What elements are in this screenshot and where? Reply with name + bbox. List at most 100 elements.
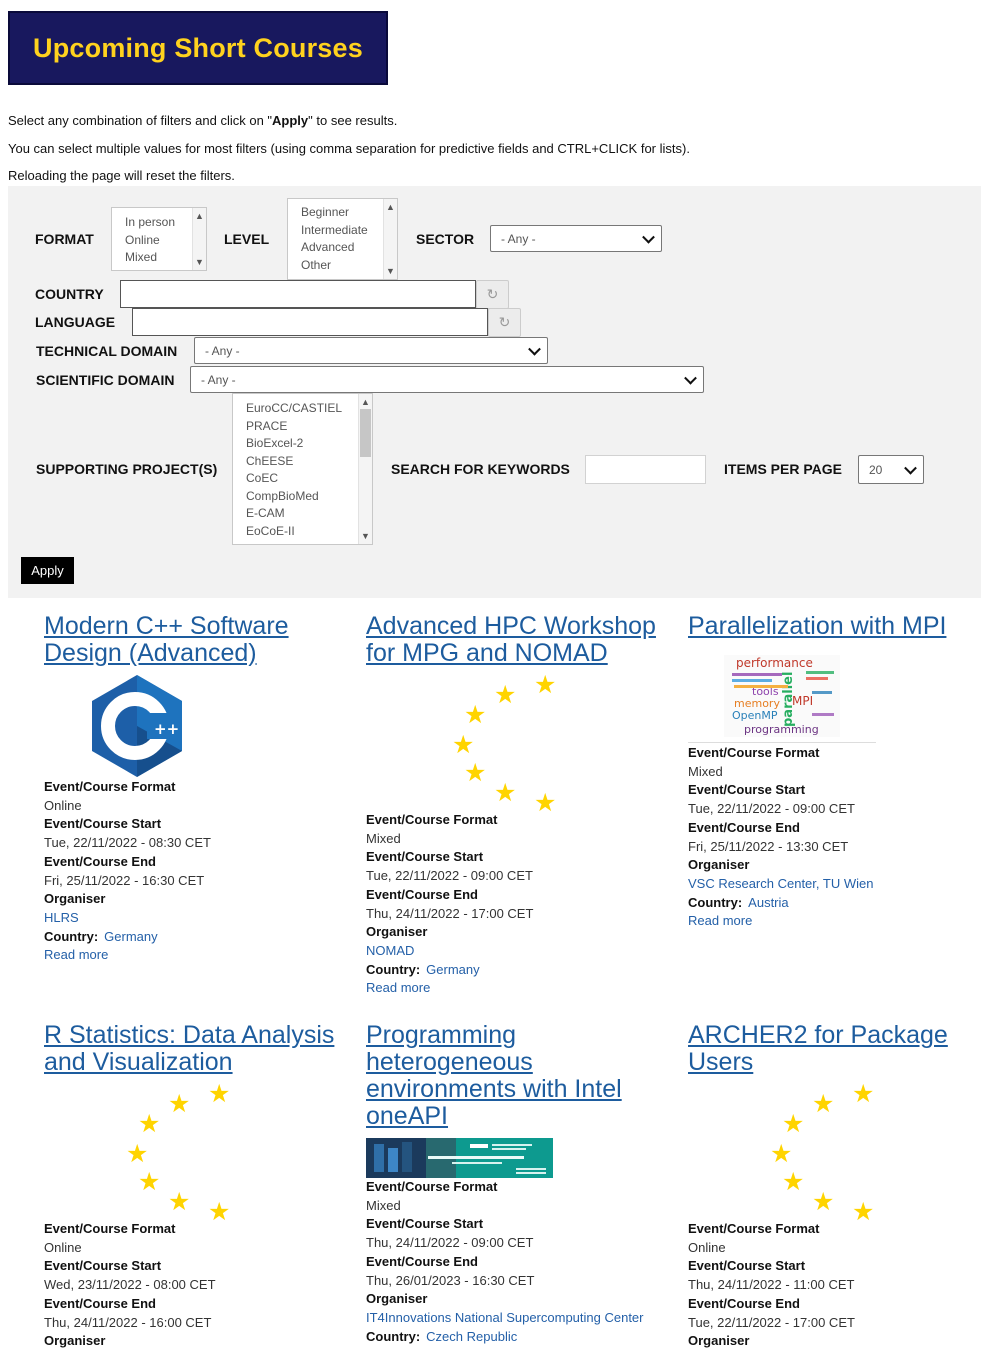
star-icon: ★ — [812, 1188, 835, 1216]
read-more-link[interactable]: Read more — [44, 947, 108, 962]
end-value: Fri, 25/11/2022 - 16:30 CET — [44, 872, 205, 888]
filters-panel: FORMAT In person Online Mixed ▲ ▼ LEVEL B… — [8, 186, 981, 598]
course-title-link[interactable]: Parallelization with MPI — [688, 613, 978, 640]
intro-text: Select any combination of filters and cl… — [8, 113, 273, 128]
start-value: Wed, 23/11/2022 - 08:00 CET — [44, 1277, 216, 1293]
technical-domain-select[interactable]: - Any - — [194, 337, 548, 364]
start-value: Tue, 22/11/2022 - 09:00 CET — [688, 801, 855, 817]
level-label: LEVEL — [224, 231, 270, 247]
intro-line-3: Reloading the page will reset the filter… — [8, 168, 235, 183]
intel-banner-image — [366, 1138, 553, 1178]
scientific-domain-select[interactable]: - Any - — [190, 366, 704, 393]
end-value: Thu, 24/11/2022 - 17:00 CET — [366, 905, 534, 921]
star-icon: ★ — [168, 1188, 191, 1216]
format-value: Mixed — [366, 830, 401, 846]
organiser-link[interactable]: IT4Innovations National Supercomputing C… — [366, 1310, 644, 1325]
intro-text: " to see results. — [308, 113, 398, 128]
country-heading: Country: — [366, 1328, 421, 1344]
star-icon: ★ — [452, 731, 475, 759]
level-option[interactable]: Beginner — [288, 199, 397, 222]
keywords-label: SEARCH FOR KEYWORDS — [391, 461, 570, 477]
page-title: Upcoming Short Courses — [33, 32, 363, 63]
scientific-domain-value: - Any - — [201, 372, 236, 387]
format-value: Online — [688, 1239, 726, 1255]
star-icon: ★ — [464, 759, 487, 787]
format-scrollbar[interactable]: ▲ ▼ — [192, 208, 206, 270]
organiser-heading: Organiser — [366, 1291, 428, 1307]
format-heading: Event/Course Format — [366, 812, 498, 827]
level-option[interactable]: Intermediate — [288, 222, 397, 240]
start-value: Thu, 24/11/2022 - 09:00 CET — [366, 1235, 534, 1251]
scroll-up-icon[interactable]: ▲ — [195, 211, 204, 221]
course-title-link[interactable]: Advanced HPC Workshop for MPG and NOMAD — [366, 613, 666, 667]
country-label: COUNTRY — [35, 286, 104, 302]
organiser-link[interactable]: VSC Research Center, TU Wien — [688, 876, 873, 891]
cloud-word: performance — [736, 656, 813, 670]
organiser-link[interactable]: NOMAD — [366, 943, 414, 958]
country-link[interactable]: Germany — [104, 929, 157, 944]
read-more-link[interactable]: Read more — [688, 913, 752, 928]
projects-scrollbar[interactable]: ▲ ▼ — [358, 394, 372, 544]
course-card: R Statistics: Data Analysis and Visualiz… — [44, 1022, 344, 1349]
level-scrollbar[interactable]: ▲ ▼ — [383, 199, 397, 279]
start-heading: Event/Course Start — [366, 849, 484, 865]
keywords-input[interactable] — [585, 455, 706, 484]
format-heading: Event/Course Format — [688, 1221, 820, 1236]
project-option[interactable]: CoEC — [233, 470, 372, 488]
scroll-down-icon[interactable]: ▼ — [195, 257, 204, 267]
scroll-down-icon[interactable]: ▼ — [361, 531, 370, 541]
language-refresh-icon[interactable]: ↻ — [488, 308, 521, 337]
project-option[interactable]: EoCoE-II — [233, 523, 372, 541]
country-link[interactable]: Czech Republic — [426, 1329, 517, 1344]
svg-text:++: ++ — [154, 720, 179, 738]
course-title-link[interactable]: Modern C++ Software Design (Advanced) — [44, 613, 344, 667]
course-title-link[interactable]: R Statistics: Data Analysis and Visualiz… — [44, 1022, 344, 1076]
read-more-link[interactable]: Read more — [366, 980, 430, 995]
star-icon: ★ — [494, 681, 517, 709]
project-option[interactable]: PRACE — [233, 418, 372, 436]
end-value: Thu, 24/11/2022 - 16:00 CET — [44, 1314, 212, 1330]
end-heading: Event/Course End — [44, 1295, 156, 1311]
eu-stars-icon: ★ ★ ★ ★ ★ ★ ★ — [124, 1080, 234, 1225]
sector-select[interactable]: - Any - — [490, 225, 662, 252]
supporting-projects-listbox[interactable]: EuroCC/CASTIEL PRACE BioExcel-2 ChEESE C… — [232, 393, 373, 545]
format-listbox[interactable]: In person Online Mixed ▲ ▼ — [111, 207, 207, 271]
project-option[interactable]: CompBioMed — [233, 488, 372, 506]
language-input[interactable] — [132, 308, 488, 336]
scrollbar-thumb[interactable] — [360, 409, 371, 457]
technical-domain-value: - Any - — [205, 343, 240, 358]
project-option[interactable]: E-CAM — [233, 505, 372, 523]
project-option[interactable]: EuroCC/CASTIEL — [233, 394, 372, 418]
scroll-down-icon[interactable]: ▼ — [386, 266, 395, 276]
course-title-link[interactable]: ARCHER2 for Package Users — [688, 1022, 978, 1076]
start-value: Tue, 22/11/2022 - 09:00 CET — [366, 868, 533, 884]
items-per-page-select[interactable]: 20 — [858, 455, 924, 484]
cloud-word: OpenMP — [732, 709, 778, 722]
format-heading: Event/Course Format — [44, 779, 176, 794]
scroll-up-icon[interactable]: ▲ — [386, 202, 395, 212]
level-option[interactable]: Advanced — [288, 239, 397, 257]
sector-value: - Any - — [501, 231, 536, 246]
star-icon: ★ — [208, 1080, 231, 1108]
apply-button[interactable]: Apply — [21, 557, 74, 584]
country-refresh-icon[interactable]: ↻ — [476, 280, 509, 309]
country-link[interactable]: Austria — [748, 895, 788, 910]
course-title-link[interactable]: Programming heterogeneous environments w… — [366, 1022, 666, 1130]
cloud-word: programming — [744, 723, 819, 736]
chevron-down-icon — [684, 371, 697, 385]
star-icon: ★ — [782, 1110, 805, 1138]
scientific-domain-label: SCIENTIFIC DOMAIN — [36, 372, 175, 388]
country-link[interactable]: Germany — [426, 962, 479, 977]
project-option[interactable]: ChEESE — [233, 453, 372, 471]
project-option[interactable]: BioExcel-2 — [233, 435, 372, 453]
organiser-link[interactable]: HLRS — [44, 910, 79, 925]
star-icon: ★ — [770, 1140, 793, 1168]
organiser-heading: Organiser — [366, 924, 428, 940]
course-card: ARCHER2 for Package Users ★ ★ ★ ★ ★ ★ ★ … — [688, 1022, 978, 1349]
level-option[interactable]: Other — [288, 257, 397, 275]
country-input[interactable] — [120, 280, 476, 308]
level-listbox[interactable]: Beginner Intermediate Advanced Other ▲ ▼ — [287, 198, 398, 280]
course-card: Parallelization with MPI performance too… — [688, 613, 978, 943]
scroll-up-icon[interactable]: ▲ — [361, 397, 370, 407]
eu-stars-icon: ★ ★ ★ ★ ★ ★ ★ — [770, 1082, 882, 1225]
